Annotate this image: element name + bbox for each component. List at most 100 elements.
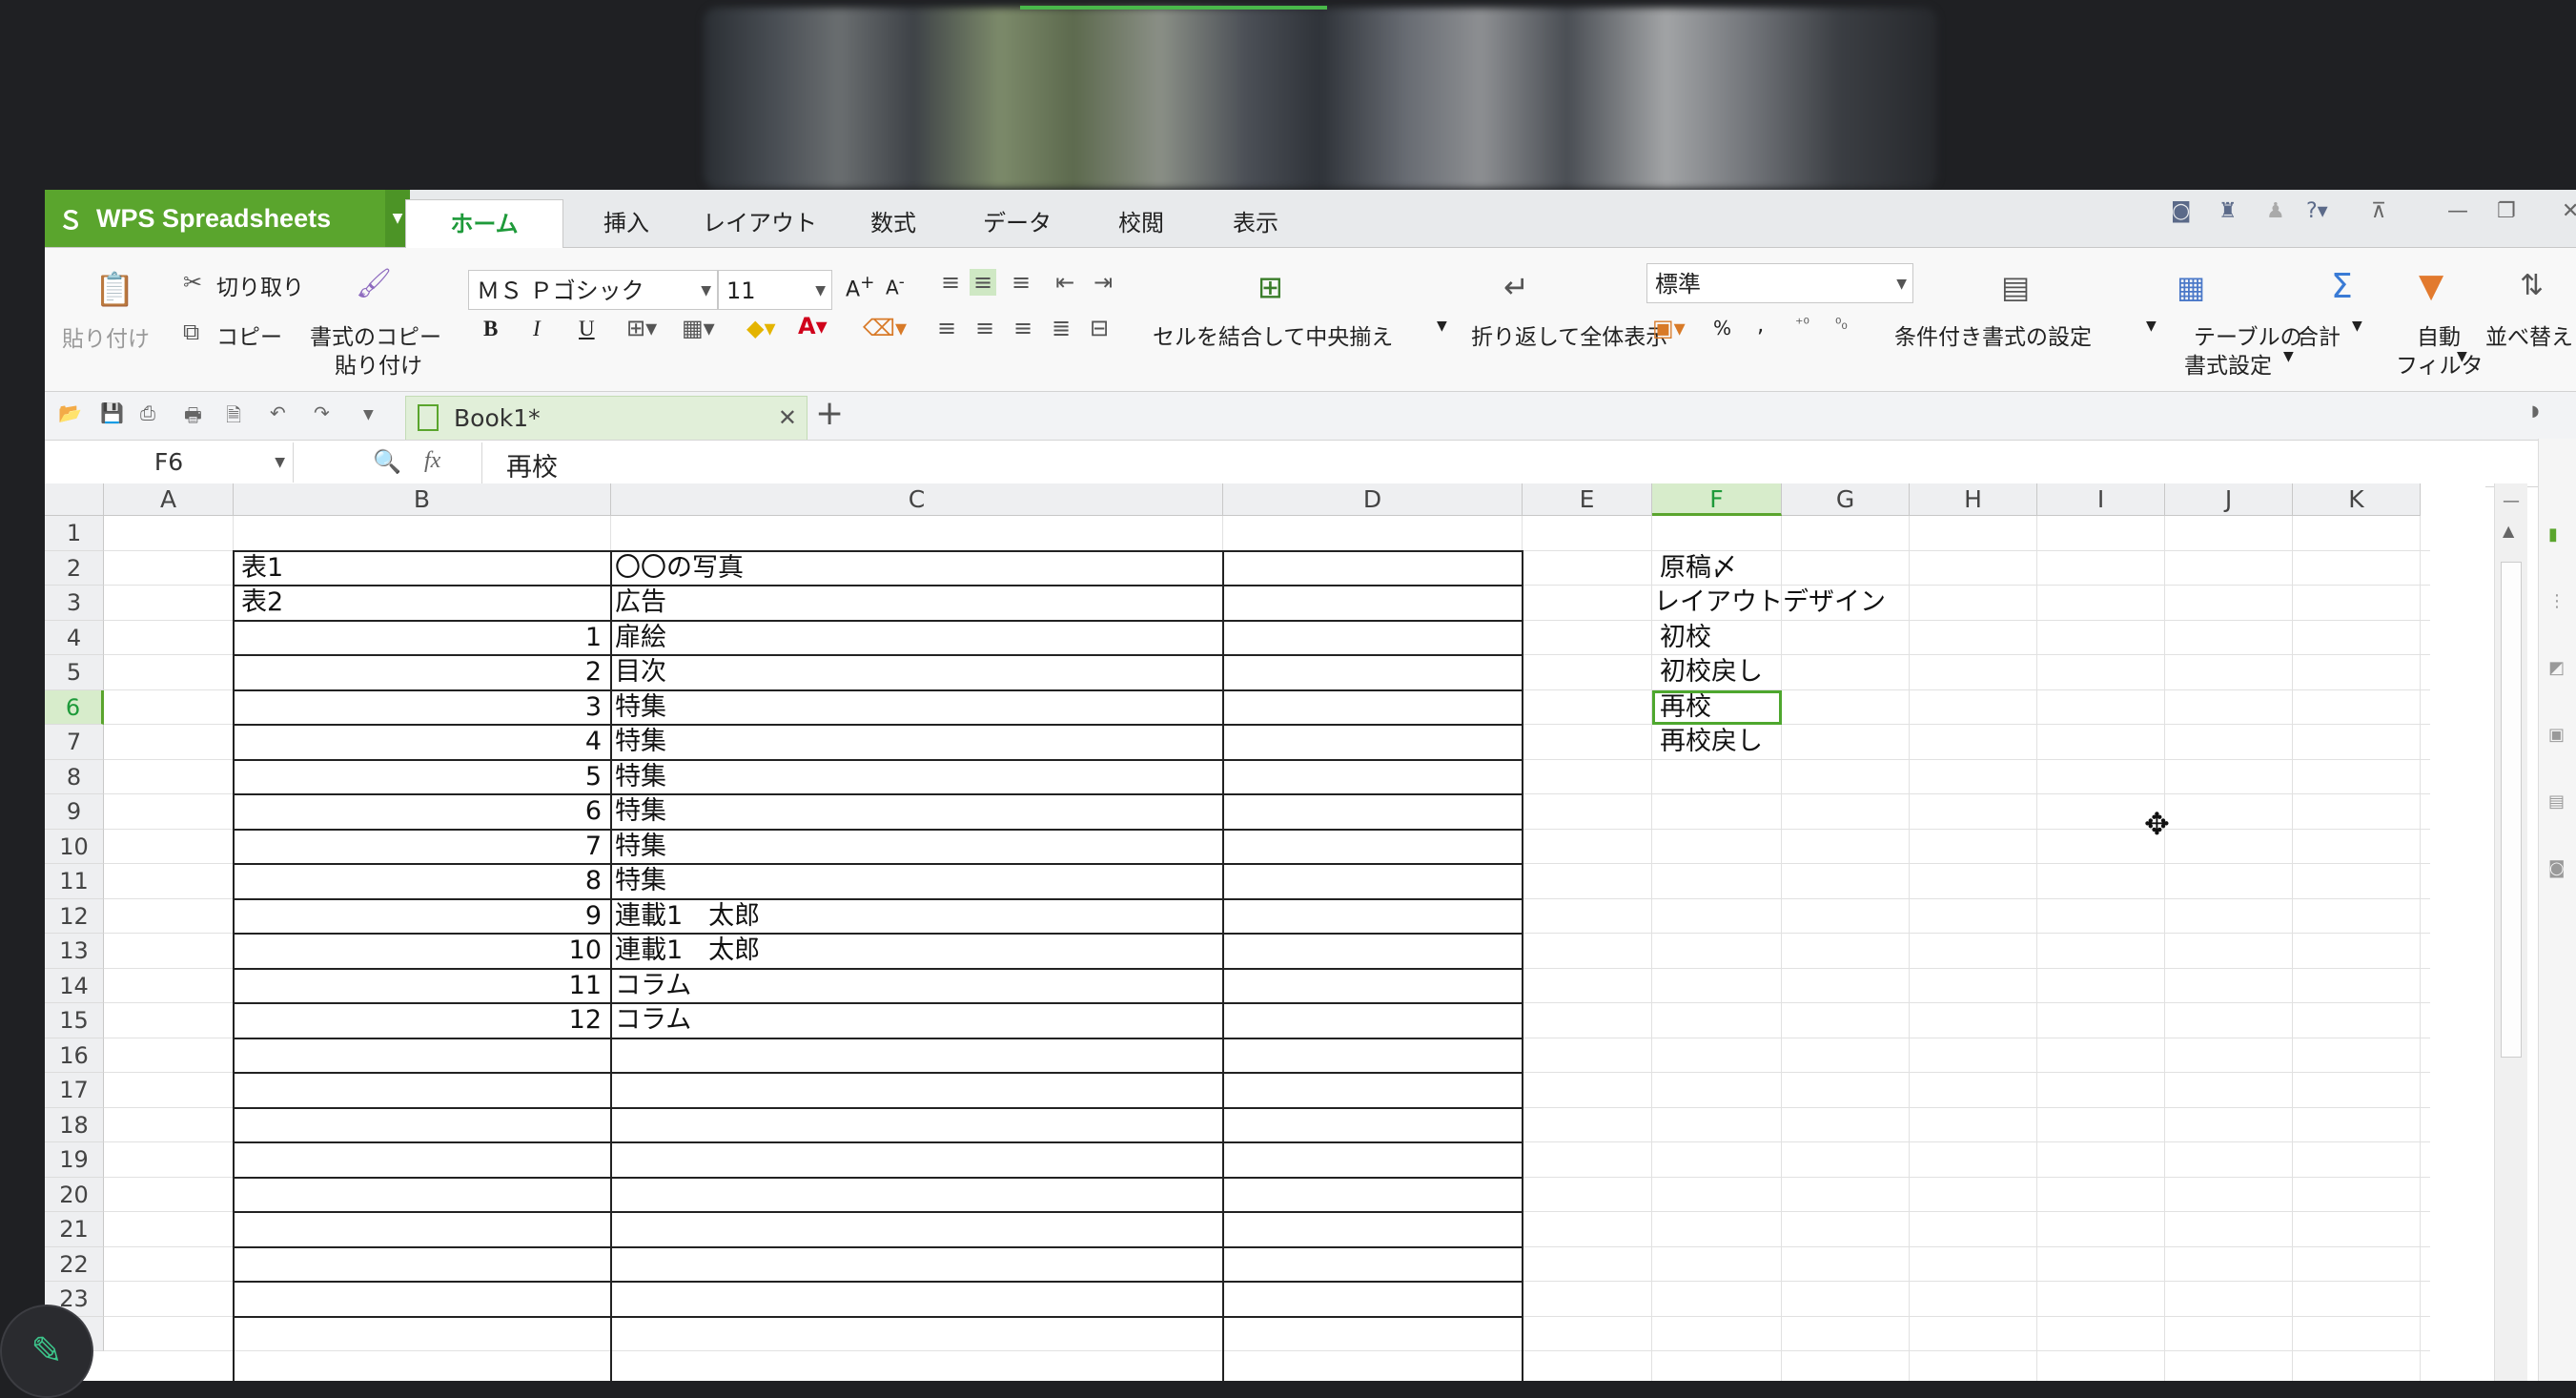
table-cell-b[interactable]: 4 (234, 725, 602, 759)
status-cell-f[interactable]: レイアウトデザイン (1654, 586, 1886, 620)
table-cell-b[interactable]: 3 (234, 690, 602, 725)
row-header-20[interactable]: 20 (45, 1177, 104, 1212)
row-header-6[interactable]: 6 (45, 689, 104, 725)
row-header-14[interactable]: 14 (45, 968, 104, 1003)
row-header-1[interactable]: 1 (45, 516, 104, 551)
row-header-21[interactable]: 21 (45, 1212, 104, 1247)
row-header-12[interactable]: 12 (45, 898, 104, 934)
cut-button[interactable]: 切り取り (216, 269, 304, 301)
row-header-13[interactable]: 13 (45, 934, 104, 969)
status-cell-f[interactable]: 原稿〆 (1660, 551, 1737, 586)
user-icon[interactable]: ♟ (2266, 199, 2285, 223)
cell-style-icon[interactable]: ▦▾ (682, 315, 715, 341)
table-cell-c[interactable]: 特集 (615, 830, 666, 864)
align-left-icon[interactable]: ≡ (937, 315, 956, 341)
maximize-icon[interactable]: ❐ (2497, 199, 2516, 223)
row-header-5[interactable]: 5 (45, 655, 104, 690)
print-icon[interactable]: 🖶 (184, 401, 202, 434)
borders-icon[interactable]: ⊞▾ (626, 315, 657, 341)
print-preview-icon[interactable]: 🗎 (226, 401, 241, 434)
conditional-format-button[interactable]: 条件付き書式の設定 (1894, 319, 2092, 351)
row-header-19[interactable]: 19 (45, 1142, 104, 1178)
align-bottom-icon[interactable]: ≡ (1012, 269, 1031, 296)
format-painter-button[interactable]: 書式のコピー (310, 319, 441, 351)
table-cell-b[interactable]: 8 (234, 864, 602, 898)
restore-ribbon-icon[interactable]: ⊼ (2371, 199, 2386, 223)
scroll-top-icon[interactable]: — (2503, 491, 2520, 511)
column-header-i[interactable]: I (2037, 483, 2165, 516)
merge-center-button[interactable]: セルを結合して中央揃え (1153, 319, 1393, 351)
align-top-icon[interactable]: ≡ (941, 269, 960, 296)
app-menu-button[interactable]: Ｓ WPS Spreadsheets (45, 190, 385, 247)
table-cell-b[interactable]: 1 (234, 621, 602, 655)
table-cell-b[interactable]: 表1 (241, 551, 283, 586)
align-center-icon[interactable]: ≡ (975, 315, 994, 341)
redo-icon[interactable]: ↷ (314, 401, 330, 424)
column-header-a[interactable]: A (104, 483, 234, 516)
underline-button[interactable]: U (579, 317, 595, 341)
table-cell-c[interactable]: コラム (615, 1003, 691, 1038)
status-cell-f[interactable]: 再校戻し (1660, 725, 1763, 759)
decrease-indent-icon[interactable]: ⇤ (1055, 269, 1074, 296)
new-file-icon[interactable]: ▮ (2548, 524, 2558, 545)
close-tab-icon[interactable]: ✕ (778, 404, 797, 431)
row-header-7[interactable]: 7 (45, 725, 104, 760)
table-cell-c[interactable]: 特集 (615, 760, 666, 794)
row-header-3[interactable]: 3 (45, 586, 104, 621)
justify-icon[interactable]: ≣ (1052, 315, 1071, 341)
table-cell-c[interactable]: コラム (615, 969, 691, 1003)
paste-button[interactable]: 貼り付け (62, 320, 150, 353)
distributed-icon[interactable]: ⊟ (1090, 315, 1109, 341)
italic-button[interactable]: I (533, 317, 541, 341)
font-name-select[interactable]: ＭＳ Ｐゴシック ▼ (468, 270, 718, 310)
table-cell-c[interactable]: 特集 (615, 864, 666, 898)
tab-review[interactable]: 校閲 (1094, 199, 1189, 247)
tab-home[interactable]: ホーム (405, 199, 563, 248)
percent-button[interactable]: % (1713, 317, 1731, 339)
scroll-up-icon[interactable]: ▲ (2503, 522, 2514, 540)
pen-tool-icon[interactable]: ✎ (0, 1305, 93, 1398)
row-header-2[interactable]: 2 (45, 550, 104, 586)
tab-insert[interactable]: 挿入 (579, 199, 674, 247)
table-cell-b[interactable]: 5 (234, 760, 602, 794)
table-cell-c[interactable]: 連載1 太郎 (615, 934, 760, 968)
clear-format-icon[interactable]: ⌫▾ (863, 315, 907, 341)
vertical-scrollbar[interactable]: — ▲ (2494, 483, 2527, 1381)
row-header-11[interactable]: 11 (45, 864, 104, 899)
autofilter-button[interactable]: 自動 (2417, 319, 2461, 351)
fx-icon[interactable]: fx (424, 448, 440, 474)
table-cell-c[interactable]: 扉絵 (615, 621, 666, 655)
align-middle-icon[interactable]: ≡ (970, 269, 997, 296)
name-box[interactable]: F6 ▼ (45, 442, 294, 483)
tab-data[interactable]: データ (960, 199, 1074, 247)
column-header-c[interactable]: C (611, 483, 1223, 516)
comma-button[interactable]: , (1757, 313, 1764, 338)
increase-font-icon[interactable]: A+ (846, 273, 874, 301)
row-header-9[interactable]: 9 (45, 794, 104, 830)
row-header-15[interactable]: 15 (45, 1003, 104, 1038)
save-icon[interactable]: 💾 (100, 401, 124, 424)
number-format-select[interactable]: 標準 ▼ (1646, 263, 1913, 303)
table-cell-b[interactable]: 2 (234, 655, 602, 689)
sum-button[interactable]: 合計 (2297, 319, 2341, 351)
font-color-icon[interactable]: A▾ (798, 313, 828, 339)
table-cell-b[interactable]: 表2 (241, 586, 283, 620)
tab-view[interactable]: 表示 (1208, 199, 1303, 247)
copy-button[interactable]: コピー (216, 319, 282, 351)
table-cell-b[interactable]: 9 (234, 899, 602, 934)
close-icon[interactable]: ✕ (2562, 199, 2576, 223)
align-right-icon[interactable]: ≡ (1013, 315, 1032, 341)
style-icon[interactable]: ⋮ (2548, 591, 2566, 611)
row-header-22[interactable]: 22 (45, 1246, 104, 1282)
sort-button[interactable]: 並べ替え (2485, 319, 2573, 351)
table-cell-c[interactable]: 特集 (615, 794, 666, 829)
font-size-select[interactable]: 11 ▼ (718, 270, 832, 310)
minimize-icon[interactable]: — (2447, 199, 2468, 223)
column-header-k[interactable]: K (2293, 483, 2421, 516)
help-icon[interactable]: ?▾ (2306, 199, 2328, 223)
increase-decimal-icon[interactable]: ⁺⁰ (1795, 315, 1809, 333)
currency-icon[interactable]: ▣▾ (1652, 315, 1686, 341)
shape-icon[interactable]: ◩ (2548, 658, 2565, 678)
table-cell-c[interactable]: 特集 (615, 690, 666, 725)
undo-icon[interactable]: ↶ (270, 401, 286, 424)
